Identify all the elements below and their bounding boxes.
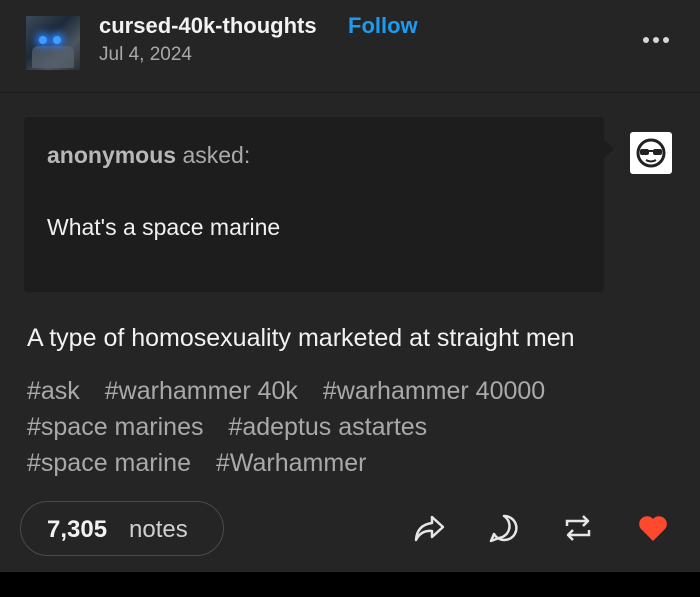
- more-options-icon[interactable]: [643, 37, 669, 43]
- tag-row: #ask #warhammer 40k #warhammer 40000: [27, 373, 677, 409]
- tag-link[interactable]: #warhammer 40000: [323, 377, 545, 405]
- tag-list: #ask #warhammer 40k #warhammer 40000 #sp…: [27, 373, 677, 481]
- tag-link[interactable]: #space marines: [27, 413, 203, 441]
- asked-suffix: asked:: [176, 142, 251, 168]
- tag-row: #space marine #Warhammer: [27, 445, 677, 481]
- notes-button[interactable]: 7,305 notes: [20, 501, 224, 556]
- tag-link[interactable]: #ask: [27, 377, 80, 405]
- post-date: Jul 4, 2024: [99, 44, 192, 65]
- blog-name-link[interactable]: cursed-40k-thoughts: [99, 13, 317, 39]
- tag-link[interactable]: #adeptus astartes: [228, 413, 427, 441]
- share-icon[interactable]: [412, 511, 446, 545]
- asker-name: anonymous: [47, 142, 177, 168]
- tag-link[interactable]: #Warhammer: [216, 449, 367, 477]
- avatar-eye: [39, 36, 47, 44]
- post-header: cursed-40k-thoughts Follow Jul 4, 2024: [0, 0, 700, 93]
- asker-line: anonymous asked:: [47, 142, 250, 169]
- anonymous-sunglasses-icon: [630, 132, 672, 174]
- reblog-icon[interactable]: [561, 511, 595, 545]
- notes-label: notes: [129, 516, 188, 543]
- notes-count: 7,305: [47, 516, 108, 543]
- ask-question: What's a space marine: [47, 214, 281, 240]
- tag-link[interactable]: #space marine: [27, 449, 191, 477]
- tag-link[interactable]: #warhammer 40k: [105, 377, 298, 405]
- ask-box-pointer: [604, 140, 614, 158]
- like-icon[interactable]: [636, 511, 670, 545]
- follow-button[interactable]: Follow: [348, 13, 418, 39]
- tag-row: #space marines #adeptus astartes: [27, 409, 677, 445]
- blog-avatar[interactable]: [26, 16, 80, 70]
- bottom-bar: [0, 572, 700, 597]
- reply-icon[interactable]: [487, 511, 521, 545]
- avatar-armor-shape: [32, 46, 74, 68]
- avatar-eye: [53, 36, 61, 44]
- answer-text: A type of homosexuality marketed at stra…: [27, 324, 575, 352]
